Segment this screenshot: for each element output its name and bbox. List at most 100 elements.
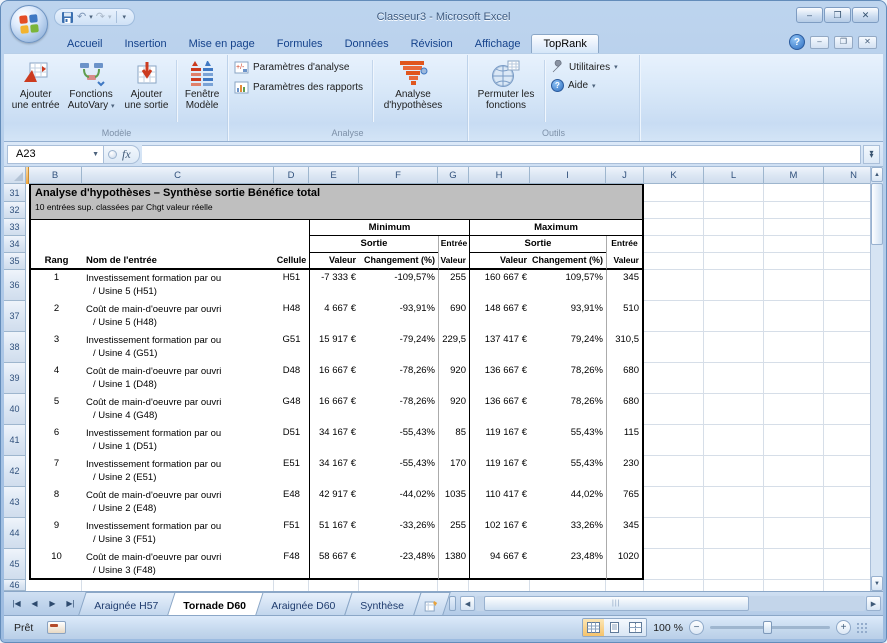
empty-cell[interactable] <box>764 487 824 518</box>
analysis-settings-button[interactable]: +/- Paramètres d'analyse <box>230 59 370 76</box>
min-valeur-cell[interactable]: 51 167 € <box>309 518 359 549</box>
max-valeur-cell[interactable]: 160 667 € <box>469 270 530 301</box>
empty-cell[interactable] <box>704 518 764 549</box>
max-entree-cell[interactable]: 310,5 <box>606 332 644 363</box>
add-output-button[interactable]: Ajouter une sortie <box>119 56 174 126</box>
empty-cell[interactable] <box>644 425 704 456</box>
max-changement-cell[interactable]: 33,26% <box>530 518 606 549</box>
empty-cell[interactable] <box>606 580 644 591</box>
first-sheet-icon[interactable]: |◀ <box>8 595 25 612</box>
min-changement-cell[interactable]: -78,26% <box>359 394 438 425</box>
max-valeur-cell[interactable]: 119 167 € <box>469 456 530 487</box>
empty-cell[interactable] <box>644 301 704 332</box>
empty-header-cell[interactable] <box>29 219 309 236</box>
empty-cell[interactable] <box>644 394 704 425</box>
sheet-tab-araign-e-h57[interactable]: Araignée H57 <box>78 592 176 615</box>
max-entree-cell[interactable]: 680 <box>606 394 644 425</box>
row-header-37[interactable]: 37 <box>4 301 26 332</box>
tab-split-handle[interactable] <box>449 596 456 611</box>
min-changement-cell[interactable]: -44,02% <box>359 487 438 518</box>
empty-cell[interactable] <box>704 184 764 202</box>
cellule-header[interactable]: Cellule <box>274 253 309 270</box>
rang-cell[interactable]: 9 <box>29 518 82 549</box>
zoom-slider[interactable] <box>710 626 830 629</box>
row-header-41[interactable]: 41 <box>4 425 26 456</box>
sortie-header[interactable]: Sortie <box>309 236 438 253</box>
empty-cell[interactable] <box>704 202 764 219</box>
autovary-functions-button[interactable]: Fonctions AutoVary ▾ <box>63 56 118 126</box>
empty-header-cell[interactable] <box>29 236 309 253</box>
row-header-35[interactable]: 35 <box>4 253 26 270</box>
sortie-header[interactable]: Sortie <box>469 236 606 253</box>
column-header-M[interactable]: M <box>764 167 824 184</box>
scroll-up-icon[interactable]: ▲ <box>871 167 883 182</box>
max-valeur-cell[interactable]: 148 667 € <box>469 301 530 332</box>
empty-cell[interactable] <box>764 202 824 219</box>
tab-affichage[interactable]: Affichage <box>464 35 532 53</box>
empty-cell[interactable] <box>438 580 469 591</box>
max-changement-cell[interactable]: 79,24% <box>530 332 606 363</box>
rang-cell[interactable]: 8 <box>29 487 82 518</box>
empty-cell[interactable] <box>764 301 824 332</box>
column-header-D[interactable]: D <box>274 167 309 184</box>
rang-cell[interactable]: 4 <box>29 363 82 394</box>
empty-cell[interactable] <box>469 580 530 591</box>
row-header-36[interactable]: 36 <box>4 270 26 301</box>
valeur-header[interactable]: Valeur <box>469 253 530 270</box>
entree-header[interactable]: Entrée <box>606 236 644 253</box>
office-button[interactable] <box>10 5 48 43</box>
insert-function-area[interactable]: fx <box>104 145 140 164</box>
tab-formules[interactable]: Formules <box>266 35 334 53</box>
empty-cell[interactable] <box>764 394 824 425</box>
empty-cell[interactable] <box>644 363 704 394</box>
add-input-button[interactable]: Ajouter une entrée <box>8 56 63 126</box>
min-valeur-cell[interactable]: 4 667 € <box>309 301 359 332</box>
min-changement-cell[interactable]: -55,43% <box>359 456 438 487</box>
min-entree-cell[interactable]: 255 <box>438 518 469 549</box>
max-valeur-cell[interactable]: 137 417 € <box>469 332 530 363</box>
empty-cell[interactable] <box>764 518 824 549</box>
cellule-cell[interactable]: F48 <box>274 549 309 580</box>
cellule-cell[interactable]: G51 <box>274 332 309 363</box>
max-entree-cell[interactable]: 115 <box>606 425 644 456</box>
min-valeur-cell[interactable]: 15 917 € <box>309 332 359 363</box>
nom-cell[interactable]: Investissement formation par ou/ Usine 4… <box>82 332 274 363</box>
empty-cell[interactable] <box>704 253 764 270</box>
scroll-down-icon[interactable]: ▼ <box>871 576 883 591</box>
empty-cell[interactable] <box>644 219 704 236</box>
empty-cell[interactable] <box>359 580 438 591</box>
empty-cell[interactable] <box>704 236 764 253</box>
row-header-43[interactable]: 43 <box>4 487 26 518</box>
nom-cell[interactable]: Coût de main-d'oeuvre par ouvri/ Usine 4… <box>82 394 274 425</box>
min-valeur-cell[interactable]: 58 667 € <box>309 549 359 580</box>
column-header-I[interactable]: I <box>530 167 606 184</box>
maximum-header[interactable]: Maximum <box>469 219 644 236</box>
tab-insertion[interactable]: Insertion <box>113 35 177 53</box>
scroll-right-icon[interactable]: ▶ <box>866 596 881 611</box>
max-changement-cell[interactable]: 23,48% <box>530 549 606 580</box>
max-changement-cell[interactable]: 55,43% <box>530 425 606 456</box>
column-header-F[interactable]: F <box>359 167 438 184</box>
help-icon[interactable]: ? <box>789 34 805 50</box>
utilities-button[interactable]: Utilitaires ▾ <box>547 59 622 75</box>
cellule-cell[interactable]: E48 <box>274 487 309 518</box>
tab-revision[interactable]: Révision <box>400 35 464 53</box>
sheet-tab-araign-e-d60[interactable]: Araignée D60 <box>255 592 353 615</box>
empty-cell[interactable] <box>764 549 824 580</box>
max-entree-cell[interactable]: 765 <box>606 487 644 518</box>
min-entree-cell[interactable]: 1035 <box>438 487 469 518</box>
column-header-L[interactable]: L <box>704 167 764 184</box>
fx-icon[interactable]: fx <box>122 147 131 162</box>
sheet-tab-synth-se[interactable]: Synthèse <box>345 592 422 615</box>
min-entree-cell[interactable]: 229,5 <box>438 332 469 363</box>
max-entree-cell[interactable]: 680 <box>606 363 644 394</box>
empty-cell[interactable] <box>764 456 824 487</box>
changement-header[interactable]: Changement (%) <box>530 253 606 270</box>
formula-bar-expand-icon[interactable]: ▾▾ <box>863 145 880 164</box>
workbook-close-button[interactable]: ✕ <box>858 36 877 49</box>
report-title[interactable]: Analyse d'hypothèses – Synthèse sortie B… <box>29 184 644 202</box>
close-button[interactable]: ✕ <box>852 7 879 23</box>
empty-cell[interactable] <box>704 332 764 363</box>
workbook-restore-button[interactable]: ❐ <box>834 36 853 49</box>
min-entree-cell[interactable]: 690 <box>438 301 469 332</box>
